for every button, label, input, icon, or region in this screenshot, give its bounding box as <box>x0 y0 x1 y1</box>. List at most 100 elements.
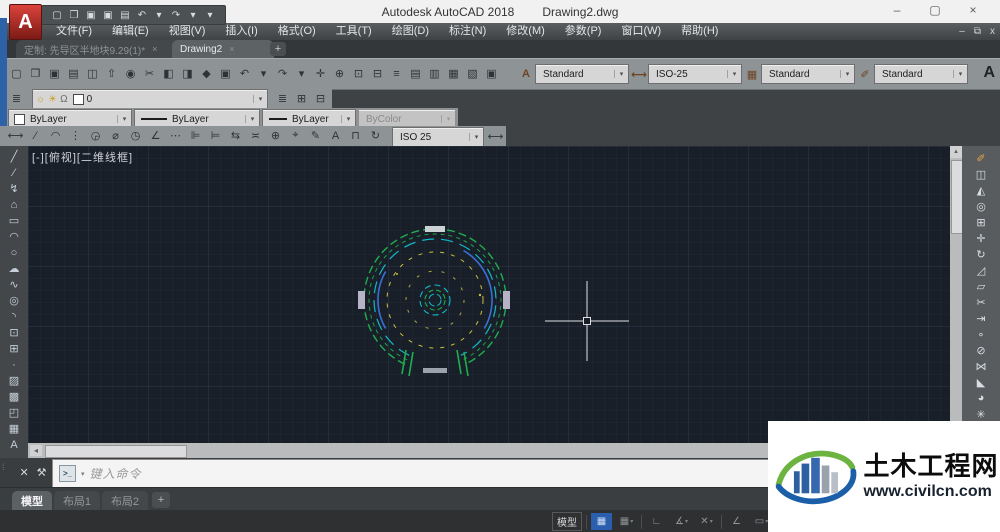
dimension-tool-icon[interactable]: ⊫ <box>186 127 205 144</box>
modify-tool-icon[interactable]: ⊞ <box>972 214 990 230</box>
draw-tool-icon[interactable]: ╱ <box>6 149 22 164</box>
modify-tool-icon[interactable]: ✂ <box>972 294 990 310</box>
modify-tool-icon[interactable]: ◕ <box>972 390 990 406</box>
modify-tool-icon[interactable]: ◣ <box>972 374 990 390</box>
qat-icon[interactable]: ▢ <box>50 8 64 22</box>
maximize-icon[interactable]: ▢ <box>916 3 954 17</box>
dimension-tool-icon[interactable]: ⌖ <box>286 127 305 144</box>
dimension-tool-icon[interactable]: ⋯ <box>166 127 185 144</box>
menu-insert[interactable]: 插入(I) <box>215 23 267 40</box>
draw-tool-icon[interactable]: · <box>6 357 22 372</box>
scroll-left-icon[interactable]: ◂ <box>30 445 42 456</box>
dimension-tool-icon[interactable]: ✎ <box>306 127 325 144</box>
standard-tool-icon[interactable]: ✂ <box>141 65 158 82</box>
modify-tool-icon[interactable]: ✛ <box>972 230 990 246</box>
grid-display-icon[interactable]: ▦ <box>591 513 612 530</box>
standard-tool-icon[interactable]: ▣ <box>46 65 63 82</box>
standard-tool-icon[interactable]: ◫ <box>84 65 101 82</box>
dimension-tool-icon[interactable]: A <box>326 127 345 144</box>
standard-tool-icon[interactable]: ◧ <box>160 65 177 82</box>
standard-tool-icon[interactable]: ◆ <box>198 65 215 82</box>
standard-tool-icon[interactable]: ▣ <box>483 65 500 82</box>
qat-icon[interactable]: ❒ <box>67 8 81 22</box>
qat-icon[interactable]: ▣ <box>84 8 98 22</box>
layer-on-icon[interactable]: ☼ <box>36 94 45 105</box>
draw-tool-icon[interactable]: ⌂ <box>6 197 22 212</box>
standard-tool-icon[interactable]: ❒ <box>27 65 44 82</box>
standard-tool-icon[interactable]: ◨ <box>179 65 196 82</box>
standard-tool-icon[interactable]: ▢ <box>8 65 25 82</box>
dimension-tool-icon[interactable]: ⋮ <box>66 127 85 144</box>
chevron-down-icon[interactable]: ▾ <box>953 70 967 78</box>
menu-modify[interactable]: 修改(M) <box>496 23 555 40</box>
qat-icon[interactable]: ▾ <box>203 8 217 22</box>
draw-tool-icon[interactable]: ◎ <box>6 293 22 308</box>
draw-tool-icon[interactable]: ▦ <box>6 421 22 436</box>
standard-tool-icon[interactable]: ↷ <box>274 65 291 82</box>
layer-dropdown[interactable]: ☼ ☀ Ω 0 ▾ <box>32 89 268 109</box>
draw-tool-icon[interactable]: ◠ <box>6 229 22 244</box>
standard-tool-icon[interactable]: ▤ <box>407 65 424 82</box>
ortho-mode-icon[interactable]: ∟ <box>646 513 667 530</box>
layer-properties-icon[interactable]: ≣ <box>8 90 25 107</box>
modify-tool-icon[interactable]: ◎ <box>972 198 990 214</box>
modify-tool-icon[interactable]: ∘ <box>972 326 990 342</box>
chevron-down-icon[interactable]: ▾ <box>253 95 267 103</box>
dimension-tool-icon[interactable]: ∕ <box>26 127 45 144</box>
standard-tool-icon[interactable]: ▧ <box>464 65 481 82</box>
standard-tool-icon[interactable]: ▾ <box>255 65 272 82</box>
chevron-down-icon[interactable]: ▾ <box>245 115 259 123</box>
chevron-down-icon[interactable]: ▾ <box>685 518 688 525</box>
draw-tool-icon[interactable]: ∿ <box>6 277 22 292</box>
menu-help[interactable]: 帮助(H) <box>671 23 728 40</box>
standard-tool-icon[interactable]: ✛ <box>312 65 329 82</box>
isodraft-icon[interactable]: ∠ <box>726 513 747 530</box>
menu-window[interactable]: 窗口(W) <box>611 23 671 40</box>
dim-style-dropdown[interactable]: ISO-25 ▾ <box>648 64 742 84</box>
layer-tool-icon[interactable]: ⊞ <box>293 90 310 107</box>
vertical-scrollbar[interactable]: ▲ <box>950 146 962 443</box>
command-customize-icon[interactable]: ⚒ <box>37 466 47 479</box>
tab-layout1[interactable]: 布局1 <box>54 491 100 511</box>
standard-tool-icon[interactable]: ⊕ <box>331 65 348 82</box>
annotation-icon[interactable]: A <box>983 64 995 82</box>
draw-tool-icon[interactable]: ⊡ <box>6 325 22 340</box>
standard-tool-icon[interactable]: ▾ <box>293 65 310 82</box>
draw-tool-icon[interactable]: ☁ <box>6 261 22 276</box>
chevron-down-icon[interactable]: ▾ <box>341 115 355 123</box>
draw-tool-icon[interactable]: ▨ <box>6 373 22 388</box>
table-style-dropdown[interactable]: Standard ▾ <box>761 64 855 84</box>
dimension-tool-icon[interactable]: ∠ <box>146 127 165 144</box>
menu-format[interactable]: 格式(O) <box>268 23 326 40</box>
modify-tool-icon[interactable]: ✐ <box>972 150 990 166</box>
menu-parametric[interactable]: 参数(P) <box>555 23 612 40</box>
file-tab-active[interactable]: Drawing2 × <box>172 40 274 58</box>
draw-tool-icon[interactable]: ↯ <box>6 181 22 196</box>
modify-tool-icon[interactable]: ↻ <box>972 246 990 262</box>
chevron-down-icon[interactable]: ▾ <box>81 470 85 478</box>
draw-tool-icon[interactable]: ◰ <box>6 405 22 420</box>
draw-tool-icon[interactable]: ▭ <box>6 213 22 228</box>
draw-tool-icon[interactable]: A <box>6 437 22 452</box>
qat-icon[interactable]: ▾ <box>186 8 200 22</box>
dim-update-icon[interactable]: ⟷ <box>486 128 505 145</box>
dimension-tool-icon[interactable]: ⟷ <box>6 127 25 144</box>
qat-icon[interactable]: ↷ <box>169 8 183 22</box>
chevron-down-icon[interactable]: ▾ <box>117 115 131 123</box>
chevron-down-icon[interactable]: ▾ <box>840 70 854 78</box>
qat-icon[interactable]: ↶ <box>135 8 149 22</box>
command-close-icon[interactable]: ✕ <box>19 466 28 479</box>
layer-lock-icon[interactable]: Ω <box>60 94 67 105</box>
chevron-down-icon[interactable]: ▾ <box>727 70 741 78</box>
dimension-tool-icon[interactable]: ◠ <box>46 127 65 144</box>
minimize-icon[interactable]: – <box>878 3 916 17</box>
object-snap-icon[interactable]: ✕▾ <box>696 513 717 530</box>
menu-edit[interactable]: 编辑(E) <box>102 23 159 40</box>
dimension-tool-icon[interactable]: ⊕ <box>266 127 285 144</box>
qat-icon[interactable]: ▣ <box>101 8 115 22</box>
close-icon[interactable]: × <box>954 3 992 17</box>
chevron-down-icon[interactable]: ▾ <box>469 133 483 141</box>
standard-tool-icon[interactable]: ⊟ <box>369 65 386 82</box>
draw-tool-icon[interactable]: ▩ <box>6 389 22 404</box>
standard-tool-icon[interactable]: ▥ <box>426 65 443 82</box>
